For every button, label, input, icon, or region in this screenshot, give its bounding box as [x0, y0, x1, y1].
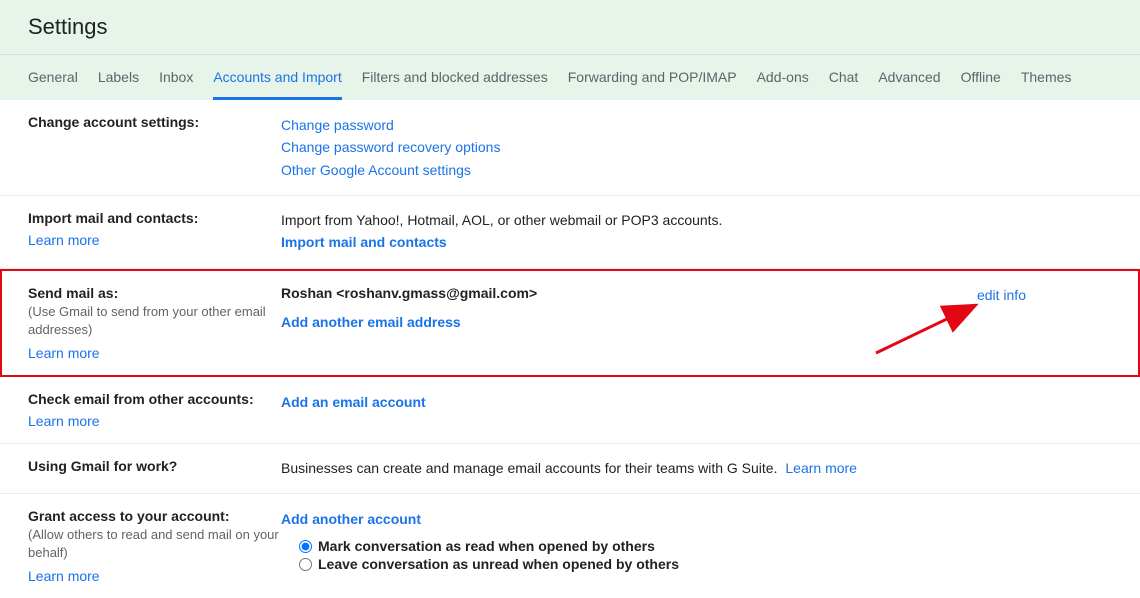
- tab-forwarding[interactable]: Forwarding and POP/IMAP: [568, 55, 737, 100]
- work-gmail-desc: Businesses can create and manage email a…: [281, 460, 777, 476]
- change-account-title: Change account settings:: [28, 114, 281, 130]
- tab-general[interactable]: General: [28, 55, 78, 100]
- grant-access-learn-more[interactable]: Learn more: [28, 568, 100, 584]
- import-mail-action[interactable]: Import mail and contacts: [281, 231, 1116, 253]
- import-mail-desc: Import from Yahoo!, Hotmail, AOL, or oth…: [281, 210, 1116, 231]
- work-gmail-learn-more[interactable]: Learn more: [785, 460, 857, 476]
- check-email-title: Check email from other accounts:: [28, 391, 281, 407]
- page-title: Settings: [28, 14, 1116, 40]
- tab-filters[interactable]: Filters and blocked addresses: [362, 55, 548, 100]
- section-work-gmail: Using Gmail for work? Businesses can cre…: [0, 444, 1140, 494]
- grant-access-sub: (Allow others to read and send mail on y…: [28, 526, 281, 562]
- section-send-mail-as: Send mail as: (Use Gmail to send from yo…: [0, 269, 1140, 377]
- section-import-mail: Import mail and contacts: Learn more Imp…: [0, 196, 1140, 268]
- other-google-account-link[interactable]: Other Google Account settings: [281, 159, 1116, 181]
- tab-themes[interactable]: Themes: [1021, 55, 1072, 100]
- section-change-account: Change account settings: Change password…: [0, 100, 1140, 196]
- edit-info-link[interactable]: edit info: [977, 287, 1026, 303]
- settings-tabs: General Labels Inbox Accounts and Import…: [0, 55, 1140, 100]
- leave-unread-label: Leave conversation as unread when opened…: [318, 556, 679, 572]
- grant-access-title: Grant access to your account:: [28, 508, 281, 524]
- settings-header: Settings: [0, 0, 1140, 55]
- work-gmail-title: Using Gmail for work?: [28, 458, 281, 474]
- tab-labels[interactable]: Labels: [98, 55, 139, 100]
- section-grant-access: Grant access to your account: (Allow oth…: [0, 494, 1140, 598]
- send-mail-as-sub: (Use Gmail to send from your other email…: [28, 303, 281, 339]
- add-email-account-link[interactable]: Add an email account: [281, 391, 1116, 413]
- mark-read-radio[interactable]: [299, 540, 312, 553]
- tab-accounts-and-import[interactable]: Accounts and Import: [213, 55, 341, 100]
- change-password-link[interactable]: Change password: [281, 114, 1116, 136]
- send-mail-as-title: Send mail as:: [28, 285, 281, 301]
- leave-unread-radio[interactable]: [299, 558, 312, 571]
- tab-inbox[interactable]: Inbox: [159, 55, 193, 100]
- import-mail-learn-more[interactable]: Learn more: [28, 232, 100, 248]
- settings-content: Change account settings: Change password…: [0, 100, 1140, 598]
- import-mail-title: Import mail and contacts:: [28, 210, 281, 226]
- tab-advanced[interactable]: Advanced: [878, 55, 940, 100]
- check-email-learn-more[interactable]: Learn more: [28, 413, 100, 429]
- change-password-recovery-link[interactable]: Change password recovery options: [281, 136, 1116, 158]
- add-another-account-link[interactable]: Add another account: [281, 508, 1116, 530]
- tab-offline[interactable]: Offline: [961, 55, 1001, 100]
- tab-chat[interactable]: Chat: [829, 55, 859, 100]
- tab-addons[interactable]: Add-ons: [757, 55, 809, 100]
- section-check-email: Check email from other accounts: Learn m…: [0, 377, 1140, 444]
- mark-read-label: Mark conversation as read when opened by…: [318, 538, 655, 554]
- add-another-email-link[interactable]: Add another email address: [281, 311, 1116, 333]
- send-mail-as-learn-more[interactable]: Learn more: [28, 345, 100, 361]
